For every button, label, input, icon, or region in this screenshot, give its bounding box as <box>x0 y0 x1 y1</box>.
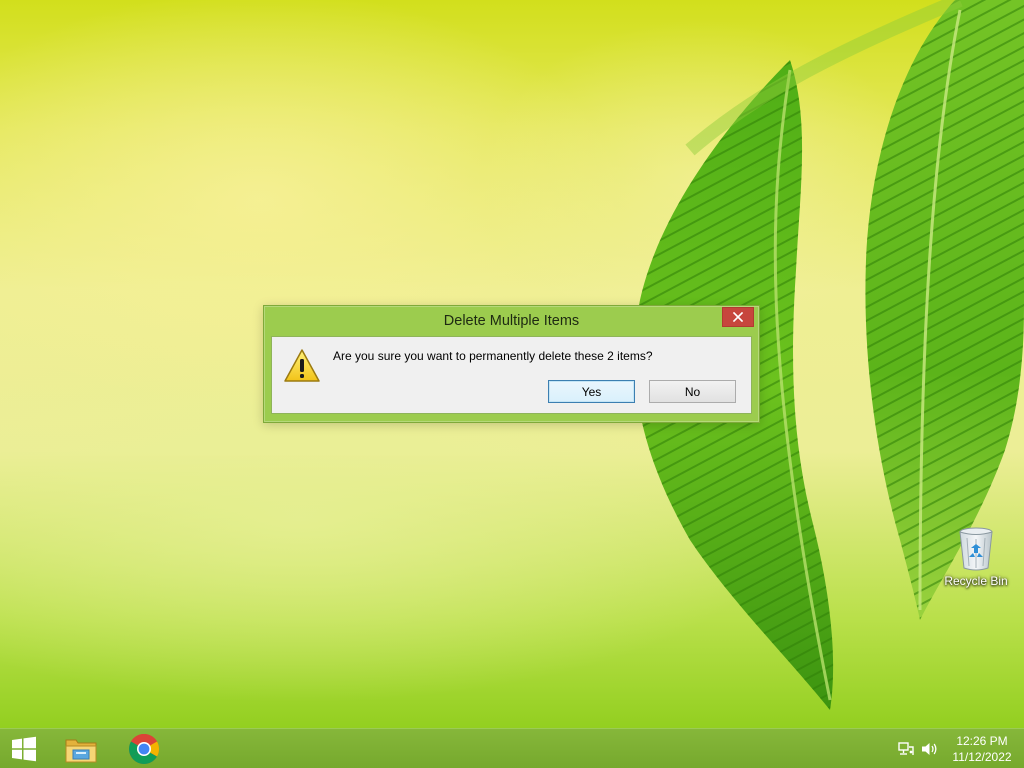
dialog-content: Are you sure you want to permanently del… <box>271 336 752 414</box>
close-icon <box>733 312 743 322</box>
google-chrome-taskbar-button[interactable] <box>120 729 168 768</box>
start-button[interactable] <box>0 729 48 768</box>
volume-tray-icon[interactable] <box>919 729 941 768</box>
no-button[interactable]: No <box>649 380 736 403</box>
chrome-icon <box>128 733 160 764</box>
dialog-titlebar[interactable]: Delete Multiple Items <box>264 306 759 336</box>
dialog-close-button[interactable] <box>722 307 754 327</box>
clock-date: 11/12/2022 <box>952 750 1012 764</box>
desktop[interactable]: Recycle Bin Delete Multiple Items Are yo… <box>0 0 1024 728</box>
network-tray-icon[interactable] <box>895 729 917 768</box>
yes-button[interactable]: Yes <box>548 380 635 403</box>
dialog-title: Delete Multiple Items <box>443 313 580 329</box>
warning-icon <box>284 349 320 382</box>
taskbar-clock[interactable]: 12:26 PM 11/12/2022 <box>946 733 1018 765</box>
recycle-bin-icon <box>959 527 993 571</box>
speaker-icon <box>922 742 937 755</box>
taskbar: 12:26 PM 11/12/2022 <box>0 728 1024 768</box>
recycle-bin-desktop-icon[interactable]: Recycle Bin <box>940 526 1012 588</box>
dialog-message: Are you sure you want to permanently del… <box>333 349 653 363</box>
file-explorer-taskbar-button[interactable] <box>57 729 105 768</box>
network-icon <box>898 741 914 755</box>
delete-multiple-items-dialog: Delete Multiple Items Are you sure you w… <box>263 305 760 423</box>
windows-logo-icon <box>12 736 36 761</box>
folder-icon <box>65 739 97 762</box>
recycle-bin-label: Recycle Bin <box>944 574 1008 588</box>
clock-time: 12:26 PM <box>956 734 1008 748</box>
